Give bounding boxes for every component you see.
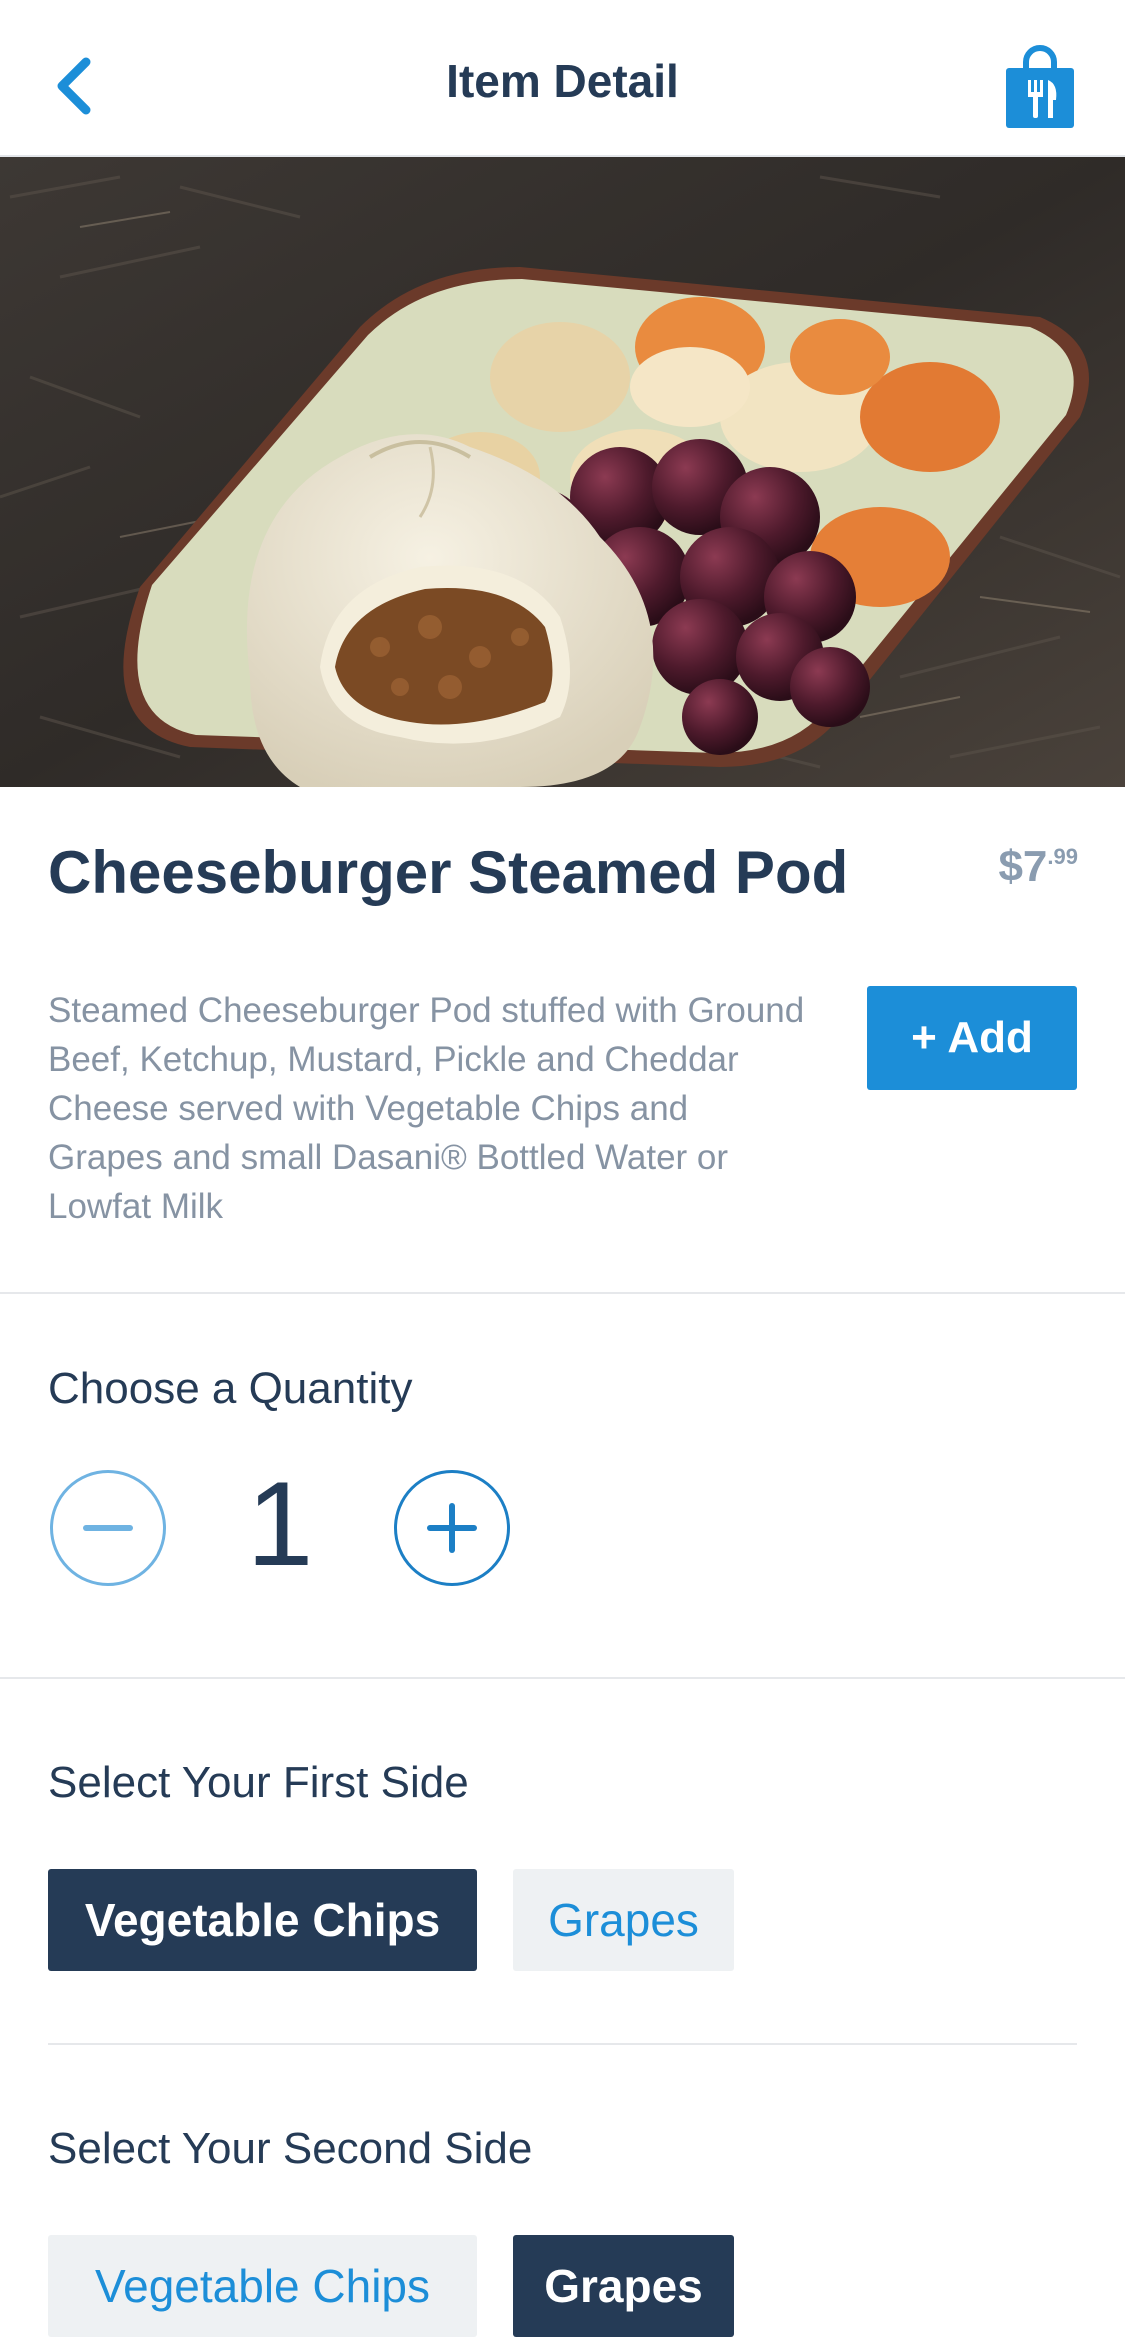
cart-button[interactable] — [1004, 44, 1076, 130]
item-title-row: Cheeseburger Steamed Pod $7.99 — [48, 838, 1078, 918]
divider — [0, 1677, 1125, 1679]
second-side-option-vegetable-chips[interactable]: Vegetable Chips — [48, 2235, 477, 2337]
plus-circle-icon — [427, 1503, 477, 1553]
quantity-value: 1 — [246, 1457, 314, 1591]
price-dollars: $7 — [998, 842, 1048, 891]
minus-circle-icon — [83, 1525, 133, 1531]
second-side-label: Select Your Second Side — [48, 2124, 533, 2173]
item-description: Steamed Cheeseburger Pod stuffed with Gr… — [48, 991, 805, 1226]
first-side-label: Select Your First Side — [48, 1758, 469, 1807]
shopping-bag-utensils-icon — [1006, 45, 1074, 128]
page-title: Item Detail — [446, 55, 679, 107]
quantity-label: Choose a Quantity — [48, 1364, 413, 1413]
item-photo — [0, 157, 1125, 787]
item-title: Cheeseburger Steamed Pod — [48, 839, 849, 906]
first-side-option-grapes[interactable]: Grapes — [513, 1869, 734, 1971]
second-side-option-grapes[interactable]: Grapes — [513, 2235, 734, 2337]
divider — [48, 2043, 1077, 2045]
nav-header: Item Detail — [0, 0, 1125, 157]
add-to-order-button[interactable]: + Add — [867, 986, 1077, 1090]
price-cents: .99 — [1047, 844, 1078, 869]
decrease-quantity-button[interactable] — [50, 1470, 166, 1586]
increase-quantity-button[interactable] — [394, 1470, 510, 1586]
first-side-option-vegetable-chips[interactable]: Vegetable Chips — [48, 1869, 477, 1971]
item-price: $7.99 — [998, 842, 1078, 892]
divider — [0, 1292, 1125, 1294]
